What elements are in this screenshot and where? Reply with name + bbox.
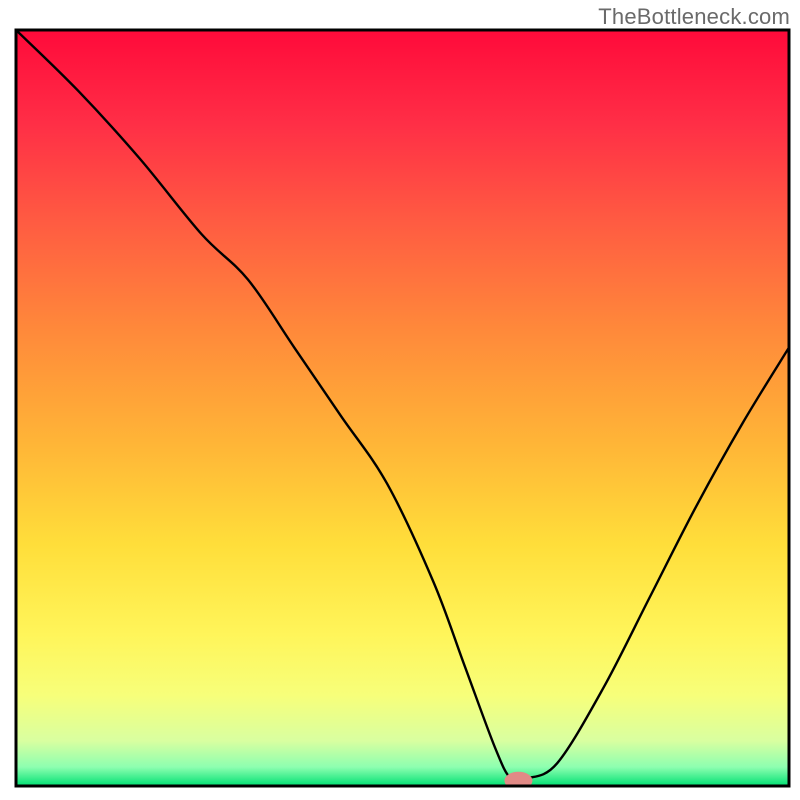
chart-container: TheBottleneck.com: [0, 0, 800, 800]
watermark-text: TheBottleneck.com: [598, 4, 790, 30]
plot-area: [16, 30, 789, 790]
gradient-background: [16, 30, 789, 786]
bottleneck-chart: [0, 0, 800, 800]
